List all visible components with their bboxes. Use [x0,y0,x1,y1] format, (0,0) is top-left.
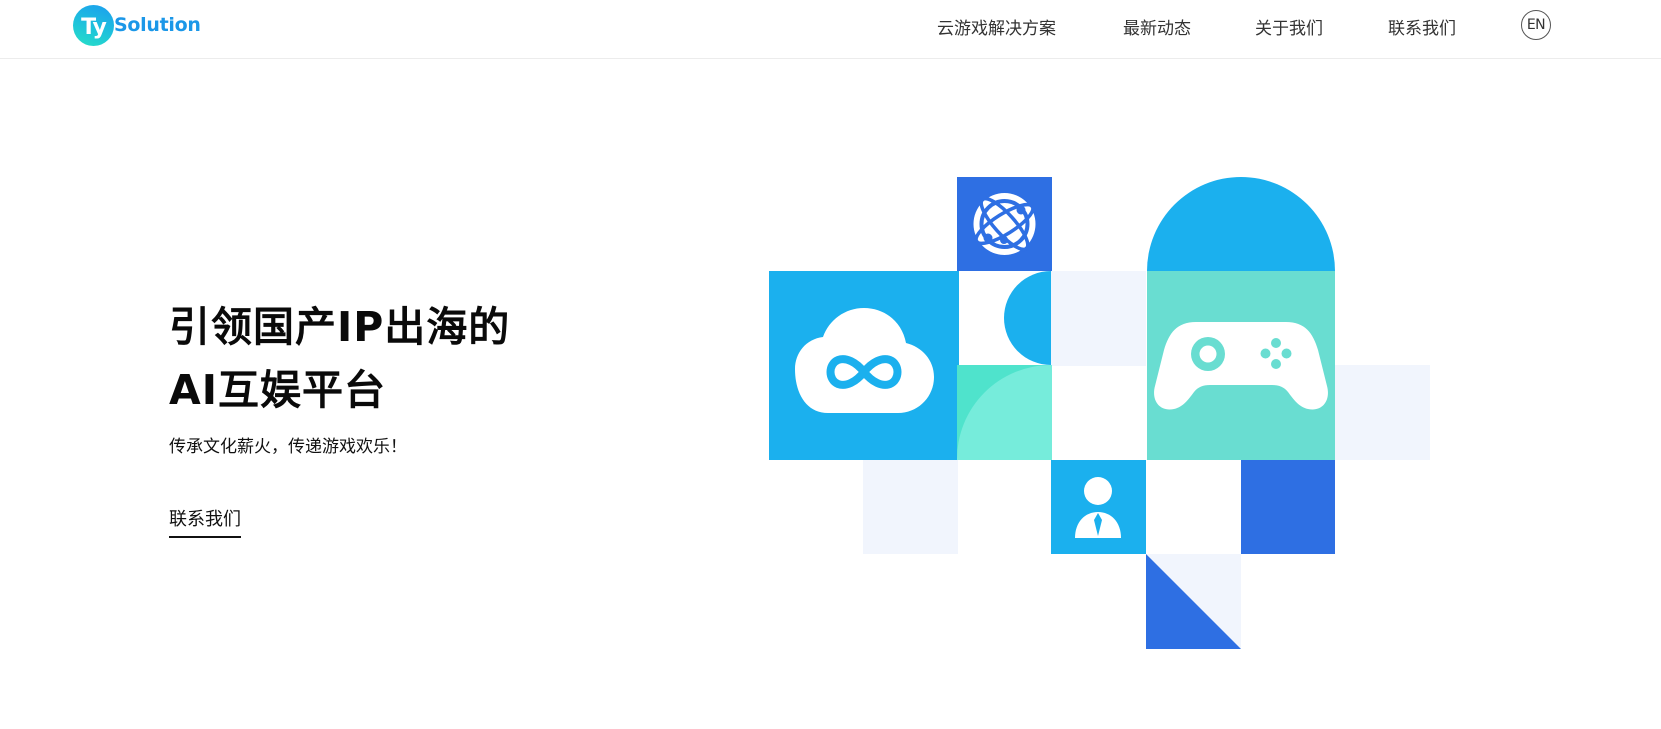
nav-latest-news[interactable]: 最新动态 [1123,14,1191,39]
cloud-tile [769,271,959,460]
contact-us-link[interactable]: 联系我们 [169,505,241,538]
logo-name: Solution [114,14,201,36]
blue-tile [1241,460,1335,554]
nav-about-us[interactable]: 关于我们 [1255,14,1323,39]
triangle-tile [1146,554,1241,649]
hero-title-line-1: 引领国产IP出海的 [169,303,511,351]
half-circle-shape [1004,271,1051,365]
globe-icon [973,193,1036,255]
site-header: Ty Solution 云游戏解决方案 最新动态 关于我们 联系我们 EN [0,0,1661,59]
person-icon [1075,477,1121,538]
hero-title-line-2: AI互娱平台 [169,366,386,414]
cloud-infinity-icon [795,308,934,413]
pale-tile [1146,554,1241,649]
globe-tile [957,177,1052,271]
gamepad-tile [1147,271,1335,460]
logo[interactable]: Ty Solution [73,3,201,47]
hero-subtitle: 传承文化薪火，传递游戏欢乐！ [169,437,407,457]
pale-tile [863,460,958,554]
pale-tile [1335,365,1430,460]
pale-tile [1051,271,1146,366]
person-tile [1051,460,1146,554]
language-toggle-button[interactable]: EN [1521,10,1551,40]
mint-quarter-shape [956,365,1051,460]
logo-badge: Ty [73,4,114,46]
nav-cloud-gaming-solutions[interactable]: 云游戏解决方案 [937,14,1056,39]
gamepad-dome [1147,177,1335,271]
nav-contact-us[interactable]: 联系我们 [1388,14,1456,39]
mint-tile-bg [957,365,1052,460]
gamepad-icon [1154,322,1328,410]
hero-title: 引领国产IP出海的 AI互娱平台 [169,296,510,422]
